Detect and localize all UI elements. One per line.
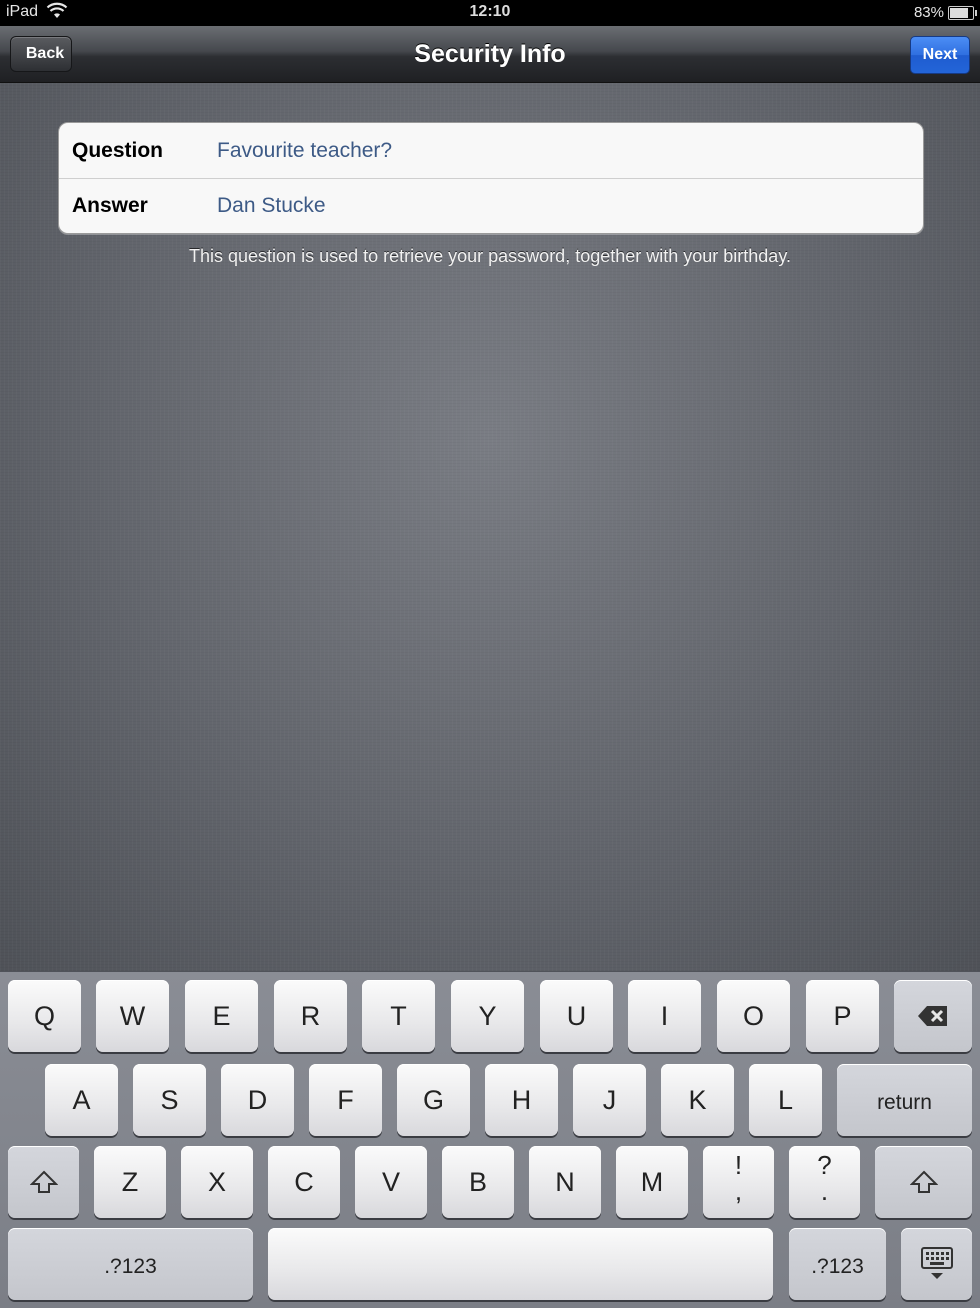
key-m[interactable]: M — [616, 1146, 688, 1218]
key-y[interactable]: Y — [451, 980, 524, 1052]
answer-field[interactable]: Dan Stucke — [217, 194, 326, 218]
shift-key-left[interactable] — [8, 1146, 79, 1218]
key-w[interactable]: W — [96, 980, 169, 1052]
hint-text: This question is used to retrieve your p… — [189, 246, 791, 266]
status-bar: iPad 12:10 83% — [0, 0, 980, 26]
key-exclaim-comma[interactable]: ! , — [703, 1146, 774, 1218]
answer-row[interactable]: Answer Dan Stucke — [59, 178, 923, 233]
return-key[interactable]: return — [837, 1064, 972, 1136]
shift-icon — [29, 1170, 58, 1193]
shift-key-right[interactable] — [875, 1146, 972, 1218]
key-l[interactable]: L — [749, 1064, 822, 1136]
key-question-label: ? — [817, 1150, 832, 1180]
question-label: Question — [72, 139, 164, 162]
key-period-label: . — [820, 1176, 829, 1206]
key-d[interactable]: D — [221, 1064, 294, 1136]
battery-percent: 83% — [913, 4, 944, 21]
key-f[interactable]: F — [309, 1064, 382, 1136]
content-area: Question Favourite teacher? Answer Dan S… — [0, 83, 980, 971]
security-form: Question Favourite teacher? Answer Dan S… — [58, 122, 924, 234]
key-comma-label: , — [734, 1176, 743, 1206]
navigation-bar: Back Security Info Next — [0, 26, 980, 83]
key-u[interactable]: U — [540, 980, 613, 1052]
key-v[interactable]: V — [355, 1146, 427, 1218]
key-t[interactable]: T — [362, 980, 435, 1052]
backspace-icon — [918, 1006, 947, 1026]
key-c[interactable]: C — [268, 1146, 340, 1218]
dismiss-keyboard-key[interactable] — [901, 1228, 972, 1300]
key-b[interactable]: B — [442, 1146, 514, 1218]
shift-icon — [909, 1170, 938, 1193]
space-bar[interactable] — [268, 1228, 773, 1300]
key-s[interactable]: S — [133, 1064, 206, 1136]
numbers-key-left[interactable]: .?123 — [8, 1228, 253, 1300]
return-key-label: return — [877, 1091, 932, 1114]
key-a[interactable]: A — [45, 1064, 118, 1136]
key-j[interactable]: J — [573, 1064, 646, 1136]
key-p[interactable]: P — [806, 980, 879, 1052]
key-z[interactable]: Z — [94, 1146, 166, 1218]
battery-icon — [948, 6, 977, 20]
key-n[interactable]: N — [529, 1146, 601, 1218]
keyboard: Q W E R T Y U I O P A S D F G H J K L re… — [0, 971, 980, 1308]
key-h[interactable]: H — [485, 1064, 558, 1136]
numbers-key-label: .?123 — [811, 1255, 864, 1278]
key-r[interactable]: R — [274, 980, 347, 1052]
clock: 12:10 — [469, 3, 511, 20]
key-question-period[interactable]: ? . — [789, 1146, 860, 1218]
key-q[interactable]: Q — [8, 980, 81, 1052]
key-o[interactable]: O — [717, 980, 790, 1052]
question-field[interactable]: Favourite teacher? — [217, 139, 392, 163]
numbers-key-right[interactable]: .?123 — [789, 1228, 886, 1300]
backspace-key[interactable] — [894, 980, 972, 1052]
battery-fill — [950, 8, 969, 18]
key-exclaim-label: ! — [734, 1150, 743, 1180]
page-title: Security Info — [414, 40, 566, 68]
key-k[interactable]: K — [661, 1064, 734, 1136]
numbers-key-label: .?123 — [104, 1255, 157, 1278]
key-i[interactable]: I — [628, 980, 701, 1052]
key-x[interactable]: X — [181, 1146, 253, 1218]
keyboard-dismiss-icon — [920, 1247, 953, 1279]
answer-label: Answer — [72, 194, 148, 217]
question-row[interactable]: Question Favourite teacher? — [59, 123, 923, 179]
next-button[interactable]: Next — [910, 36, 970, 74]
key-g[interactable]: G — [397, 1064, 470, 1136]
key-e[interactable]: E — [185, 980, 258, 1052]
